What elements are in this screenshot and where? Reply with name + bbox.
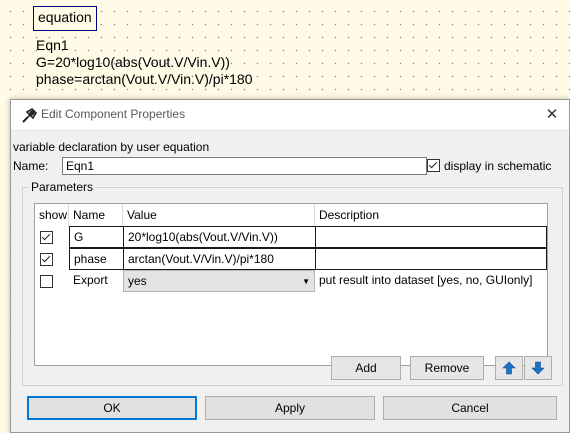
component-description: variable declaration by user equation	[13, 140, 210, 154]
equation-g-text: G=20*log10(abs(Vout.V/Vin.V))	[36, 54, 230, 70]
equation-name-text: Eqn1	[36, 37, 69, 53]
component-icon	[22, 107, 38, 123]
equation-phase-text: phase=arctan(Vout.V/Vin.V)/pi*180	[36, 71, 253, 87]
show-checkbox[interactable]	[40, 275, 53, 288]
param-name-cell[interactable]: Export	[69, 270, 123, 292]
param-value-cell[interactable]: arctan(Vout.V/Vin.V)/pi*180	[123, 248, 316, 270]
name-label: Name:	[13, 159, 49, 173]
add-button[interactable]: Add	[331, 356, 401, 380]
display-in-schematic-label: display in schematic	[444, 159, 552, 173]
cancel-button[interactable]: Cancel	[383, 396, 557, 420]
parameters-table: show Name Value Description G 20*log10(a…	[34, 203, 548, 366]
table-header: show Name Value Description	[35, 204, 547, 226]
arrow-up-icon	[502, 361, 516, 375]
column-header-show[interactable]: show	[35, 204, 69, 226]
edit-component-properties-dialog: Edit Component Properties ✕ variable dec…	[10, 99, 570, 433]
remove-button[interactable]: Remove	[410, 356, 484, 380]
close-icon[interactable]: ✕	[539, 103, 565, 127]
table-row[interactable]: Export yes ▼ put result into dataset [ye…	[35, 270, 547, 292]
move-up-button[interactable]	[495, 356, 523, 380]
dialog-titlebar: Edit Component Properties ✕	[11, 100, 569, 131]
show-checkbox[interactable]	[40, 253, 53, 266]
ok-button[interactable]: OK	[27, 396, 197, 420]
arrow-down-icon	[531, 361, 545, 375]
param-value-select-text: yes	[128, 274, 147, 288]
show-checkbox[interactable]	[40, 231, 53, 244]
chevron-down-icon[interactable]: ▼	[302, 271, 310, 291]
param-description-cell[interactable]: put result into dataset [yes, no, GUIonl…	[315, 270, 547, 292]
param-name-cell[interactable]: phase	[69, 248, 124, 270]
table-row[interactable]: G 20*log10(abs(Vout.V/Vin.V))	[35, 226, 547, 248]
param-value-select[interactable]: yes ▼	[123, 270, 315, 292]
name-input[interactable]	[62, 157, 427, 175]
display-in-schematic-checkbox[interactable]	[427, 159, 440, 172]
param-description-cell[interactable]	[315, 248, 547, 270]
dialog-title: Edit Component Properties	[41, 107, 186, 121]
column-header-name[interactable]: Name	[69, 204, 123, 226]
param-description-cell[interactable]	[315, 226, 547, 248]
parameters-group-title: Parameters	[28, 180, 97, 194]
equation-component-tag[interactable]: equation	[33, 6, 97, 31]
column-header-description[interactable]: Description	[315, 204, 547, 226]
table-row[interactable]: phase arctan(Vout.V/Vin.V)/pi*180	[35, 248, 547, 270]
move-down-button[interactable]	[524, 356, 552, 380]
param-value-cell[interactable]: 20*log10(abs(Vout.V/Vin.V))	[123, 226, 316, 248]
apply-button[interactable]: Apply	[205, 396, 375, 420]
param-name-cell[interactable]: G	[69, 226, 124, 248]
column-header-value[interactable]: Value	[123, 204, 315, 226]
